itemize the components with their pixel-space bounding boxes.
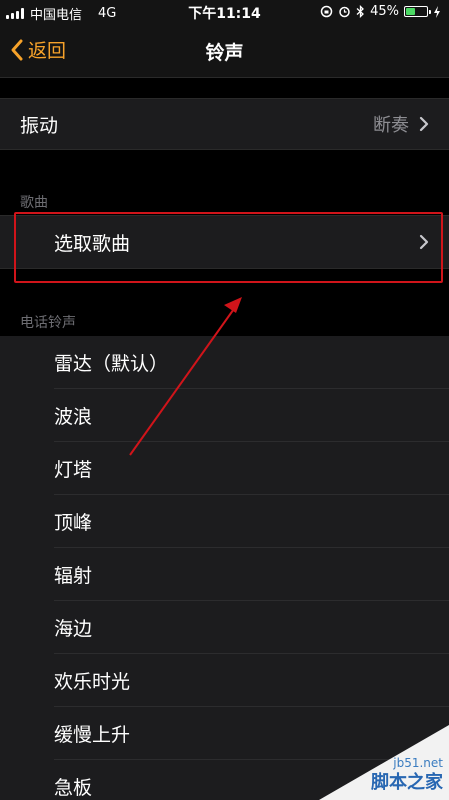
annotation-arrow [129,297,242,456]
ringtone-settings-screen: 中国电信 4G 下午11:14 45% 返回 铃声 振动 断奏 歌曲 选取歌曲 … [0,0,449,800]
site-watermark: jb51.net 脚本之家 [319,725,449,800]
watermark-brand: 脚本之家 [371,772,443,793]
